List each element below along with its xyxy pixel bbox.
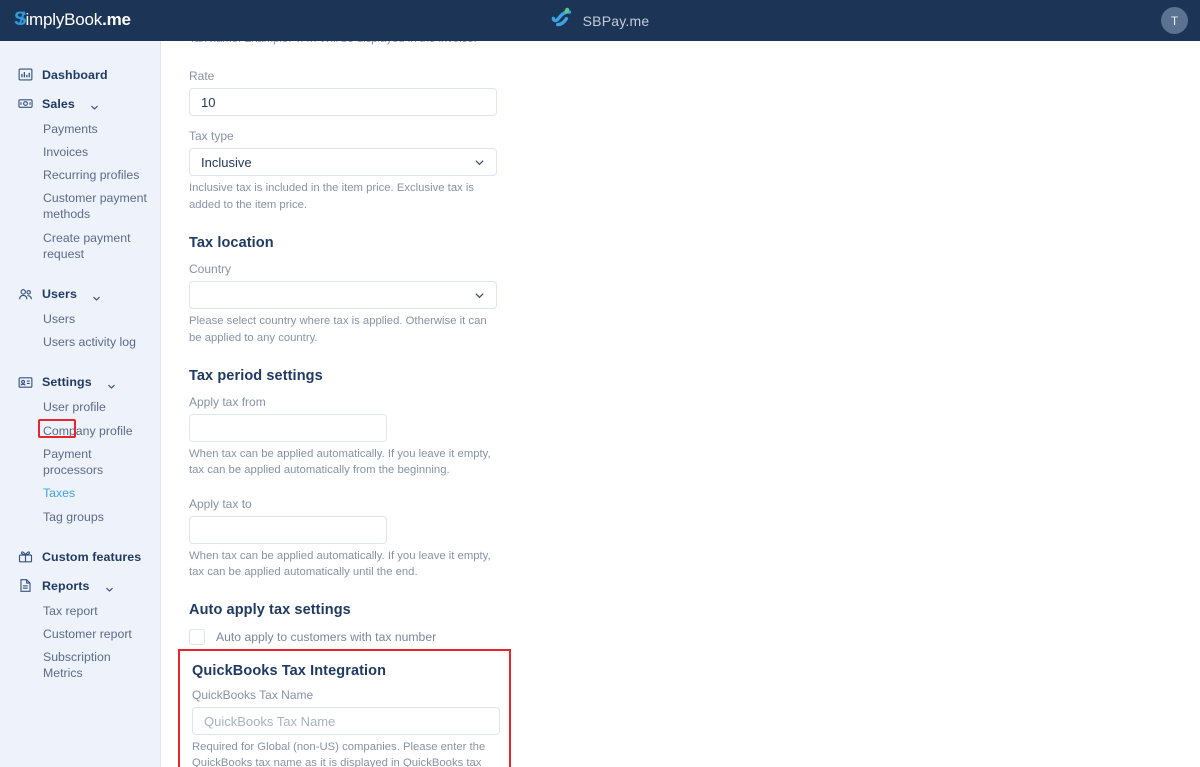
sidebar-item-reports[interactable]: Reports xyxy=(0,572,160,599)
sidebar-item-recurring-profiles[interactable]: Recurring profiles xyxy=(0,163,160,186)
tax-period-title: Tax period settings xyxy=(189,367,323,384)
top-header: S implyBook.me SBPay.me T xyxy=(0,0,1200,41)
sidebar-label-users: Users xyxy=(42,287,77,302)
country-select[interactable] xyxy=(189,281,497,310)
country-hint: Please select country where tax is appli… xyxy=(189,315,487,344)
tax-type-value: Inclusive xyxy=(201,154,252,170)
sidebar-item-settings[interactable]: Settings xyxy=(0,369,160,396)
rate-field-block: Rate xyxy=(189,69,529,117)
tax-type-field-block: Tax type Inclusive Inclusive tax is incl… xyxy=(189,129,529,213)
logo-s-mark: S xyxy=(14,9,27,31)
country-field-block: Country Please select country where tax … xyxy=(189,262,529,346)
apply-tax-from-label: Apply tax from xyxy=(189,394,266,409)
chevron-down-icon xyxy=(474,157,485,168)
sidebar-label-sales: Sales xyxy=(42,96,75,111)
apply-tax-from-hint: When tax can be applied automatically. I… xyxy=(189,447,491,477)
sidebar-item-customer-payment-methods[interactable]: Customer payment methods xyxy=(0,187,160,226)
sidebar-item-company-profile[interactable]: Company profile xyxy=(0,419,160,442)
apply-tax-to-hint: When tax can be applied automatically. I… xyxy=(189,549,491,578)
auto-apply-with-label: Auto apply to customers with tax number xyxy=(216,630,437,645)
tax-form: Tax name. Example: VAT. Will be displaye… xyxy=(189,41,529,693)
sbpay-logo-icon xyxy=(551,6,575,35)
sidebar-label-settings: Settings xyxy=(42,375,92,390)
sidebar-group-dashboard: Dashboard xyxy=(0,61,160,88)
sidebar-item-payment-processors[interactable]: Payment processors xyxy=(0,442,160,481)
id-card-icon xyxy=(18,375,33,390)
country-label: Country xyxy=(189,262,232,277)
rate-label: Rate xyxy=(189,69,215,84)
sidebar-item-invoices[interactable]: Invoices xyxy=(0,140,160,163)
sidebar-group-sales: Sales Payments Invoices Recurring profil… xyxy=(0,90,160,266)
sidebar: Dashboard Sales Payments Invoices Recurr… xyxy=(0,41,161,767)
gift-icon xyxy=(18,549,33,564)
chart-icon xyxy=(18,67,33,82)
auto-apply-with-checkbox[interactable] xyxy=(189,629,205,646)
apply-tax-to-label: Apply tax to xyxy=(189,496,252,511)
tax-type-select[interactable]: Inclusive xyxy=(189,148,497,177)
sbpay-label: SBPay.me xyxy=(582,12,650,29)
sidebar-item-subscription-metrics[interactable]: Subscription Metrics xyxy=(0,646,160,685)
avatar-initial: T xyxy=(1170,13,1179,28)
sidebar-label-dashboard: Dashboard xyxy=(42,67,108,82)
rate-input[interactable] xyxy=(189,88,497,117)
quickbooks-tax-integration-panel: QuickBooks Tax Integration QuickBooks Ta… xyxy=(178,649,511,767)
chevron-down-icon[interactable] xyxy=(105,581,114,593)
sidebar-item-users-activity-log[interactable]: Users activity log xyxy=(0,331,160,354)
banknote-icon xyxy=(18,96,33,111)
logo-suffix: .me xyxy=(102,10,131,29)
sidebar-label-custom-features: Custom features xyxy=(42,549,142,564)
tax-name-hint: Tax name. Example: VAT. Will be displaye… xyxy=(189,41,497,47)
tax-type-label: Tax type xyxy=(189,129,234,144)
sidebar-item-customer-report[interactable]: Customer report xyxy=(0,623,160,646)
auto-apply-with-row: Auto apply to customers with tax number xyxy=(189,629,529,646)
main-content: Tax name. Example: VAT. Will be displaye… xyxy=(161,41,1200,767)
apply-to-field-block: Apply tax to When tax can be applied aut… xyxy=(189,497,529,581)
chevron-down-icon[interactable] xyxy=(107,378,116,389)
sidebar-item-user-profile[interactable]: User profile xyxy=(0,396,160,419)
sidebar-group-users: Users Users Users activity log xyxy=(0,281,160,354)
apply-tax-from-input[interactable] xyxy=(189,413,387,442)
sidebar-item-users-group[interactable]: Users xyxy=(0,281,160,308)
sidebar-item-create-payment-request[interactable]: Create payment request xyxy=(0,226,160,265)
chevron-down-icon xyxy=(474,290,485,301)
apply-from-field-block: Apply tax from When tax can be applied a… xyxy=(189,395,529,479)
sidebar-group-reports: Reports Tax report Customer report Subsc… xyxy=(0,572,160,685)
sidebar-item-dashboard[interactable]: Dashboard xyxy=(0,61,160,88)
tax-location-title: Tax location xyxy=(189,235,274,252)
chevron-down-icon[interactable] xyxy=(92,290,101,301)
sidebar-item-tax-report[interactable]: Tax report xyxy=(0,599,160,622)
avatar[interactable]: T xyxy=(1161,7,1188,34)
quickbooks-hint: Required for Global (non-US) companies. … xyxy=(192,741,486,767)
sidebar-item-custom-features[interactable]: Custom features xyxy=(0,543,160,570)
sidebar-group-settings: Settings User profile Company profile Pa… xyxy=(0,369,160,528)
sidebar-label-reports: Reports xyxy=(42,578,90,593)
quickbooks-tax-name-label: QuickBooks Tax Name xyxy=(192,688,314,702)
simplybook-logo[interactable]: S implyBook.me xyxy=(14,7,131,33)
sidebar-item-users[interactable]: Users xyxy=(0,308,160,331)
tax-type-hint: Inclusive tax is included in the item pr… xyxy=(189,182,475,211)
quickbooks-title: QuickBooks Tax Integration xyxy=(192,663,387,679)
sidebar-item-taxes[interactable]: Taxes xyxy=(0,482,160,505)
sidebar-item-tag-groups[interactable]: Tag groups xyxy=(0,505,160,528)
apply-tax-to-input[interactable] xyxy=(189,515,387,544)
sidebar-item-payments[interactable]: Payments xyxy=(0,117,160,140)
document-icon xyxy=(18,578,33,593)
people-icon xyxy=(18,287,33,302)
quickbooks-tax-name-input[interactable] xyxy=(192,707,500,735)
chevron-down-icon[interactable] xyxy=(90,99,99,110)
sbpay-brand: SBPay.me xyxy=(0,0,1200,41)
auto-apply-title: Auto apply tax settings xyxy=(189,602,351,619)
sidebar-item-sales[interactable]: Sales xyxy=(0,90,160,117)
sidebar-group-custom-features: Custom features xyxy=(0,543,160,570)
logo-name: implyBook xyxy=(25,10,103,29)
